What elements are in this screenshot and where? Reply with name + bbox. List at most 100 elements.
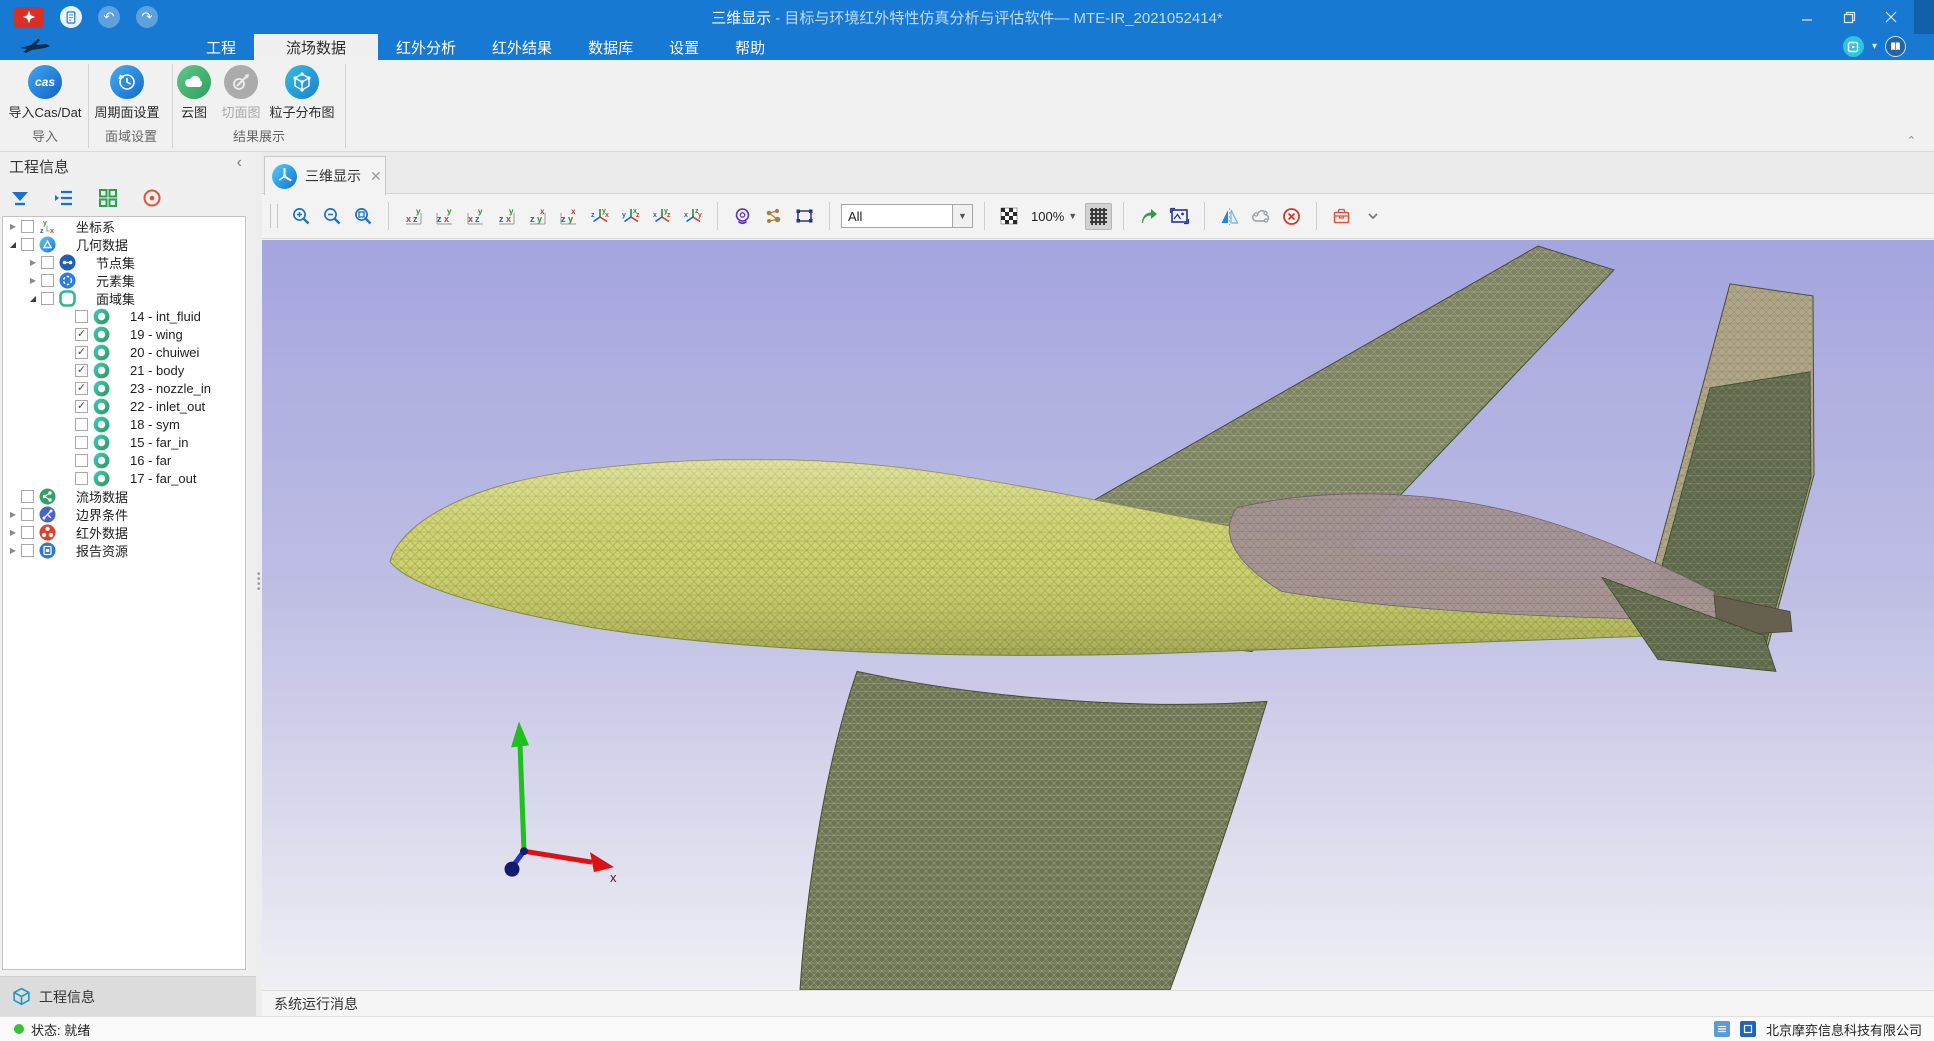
tree-item-coordinate-system[interactable]: ▶yzx坐标系 <box>3 217 245 235</box>
filter-button[interactable] <box>8 186 32 210</box>
visibility-checkbox[interactable] <box>41 292 54 305</box>
ribbon-contour-button[interactable]: 云图 <box>176 65 212 121</box>
visibility-checkbox[interactable] <box>75 418 88 431</box>
minimize-button[interactable] <box>1786 0 1828 34</box>
view-right-button[interactable]: y z x <box>493 203 520 230</box>
view-bottom-button[interactable]: x z y <box>555 203 582 230</box>
display-filter-select[interactable]: All▼ <box>841 204 973 228</box>
visibility-checkbox[interactable] <box>41 256 54 269</box>
tree-item-geometry-data[interactable]: ◢几何数据 <box>3 235 245 253</box>
tree-item-14-int-fluid[interactable]: 14 - int_fluid <box>3 307 245 325</box>
ribbon-import-cas-dat-button[interactable]: cas导入Cas/Dat <box>2 65 88 121</box>
node-display-button[interactable] <box>760 203 787 230</box>
menu-item-ir-results[interactable]: 红外结果 <box>474 34 570 60</box>
expander-expanded-icon[interactable]: ◢ <box>7 240 19 249</box>
tree-item-flow-data[interactable]: 流场数据 <box>3 487 245 505</box>
visibility-checkbox[interactable] <box>21 490 34 503</box>
expander-collapsed-icon[interactable]: ▶ <box>7 510 19 519</box>
tree-item-boundary-condition[interactable]: ▶边界条件 <box>3 505 245 523</box>
zoom-out-button[interactable] <box>319 203 346 230</box>
redo-button[interactable]: ↷ <box>136 6 158 28</box>
perspective-camera-button[interactable] <box>729 203 756 230</box>
visibility-checkbox[interactable] <box>75 436 88 449</box>
sidebar-collapse-button[interactable]: ‹ <box>237 154 242 172</box>
visibility-checkbox[interactable] <box>75 472 88 485</box>
visibility-checkbox[interactable]: ✓ <box>75 328 88 341</box>
visibility-checkbox[interactable] <box>21 238 34 251</box>
expander-collapsed-icon[interactable]: ▶ <box>7 222 19 231</box>
visibility-checkbox[interactable]: ✓ <box>75 382 88 395</box>
tray-icon-2[interactable] <box>1740 1021 1756 1037</box>
tree-item-16-far[interactable]: 16 - far <box>3 451 245 469</box>
expander-collapsed-icon[interactable]: ▶ <box>27 276 39 285</box>
expander-expanded-icon[interactable]: ◢ <box>27 294 39 303</box>
clear-display-button[interactable] <box>1278 203 1305 230</box>
ribbon-particle-distribution-button[interactable]: 粒子分布图 <box>264 65 340 121</box>
tree-item-report-resource[interactable]: ▶报告资源 <box>3 541 245 559</box>
sidebar-footer-tab[interactable]: 工程信息 <box>0 976 256 1016</box>
tree-item-20-chuiwei[interactable]: ✓20 - chuiwei <box>3 343 245 361</box>
tree-item-18-sym[interactable]: 18 - sym <box>3 415 245 433</box>
expander-collapsed-icon[interactable]: ▶ <box>27 258 39 267</box>
view-back-button[interactable]: y z x <box>431 203 458 230</box>
view-iso-4-button[interactable]: z y x <box>679 203 706 230</box>
save-display-button[interactable] <box>1328 203 1355 230</box>
expander-collapsed-icon[interactable]: ▶ <box>7 528 19 537</box>
3d-viewport[interactable]: x <box>262 240 1934 990</box>
collapse-tree-button[interactable] <box>52 186 76 210</box>
tree-item-23-nozzle-in[interactable]: ✓23 - nozzle_in <box>3 379 245 397</box>
visibility-checkbox[interactable]: ✓ <box>75 346 88 359</box>
tray-icon-1[interactable] <box>1714 1021 1730 1037</box>
close-button[interactable] <box>1870 0 1912 34</box>
view-iso-1-button[interactable]: y x z <box>586 203 613 230</box>
panel-layout-button[interactable] <box>1843 36 1864 57</box>
visibility-checkbox[interactable]: ✓ <box>75 400 88 413</box>
mirror-display-button[interactable] <box>1216 203 1243 230</box>
ribbon-collapse-chevron-icon[interactable]: ⌃ <box>1907 134 1916 147</box>
menu-item-settings[interactable]: 设置 <box>651 34 717 60</box>
menu-item-ir-analysis[interactable]: 红外分析 <box>378 34 474 60</box>
visibility-checkbox[interactable] <box>75 310 88 323</box>
locate-button[interactable] <box>140 186 164 210</box>
tree-item-19-wing[interactable]: ✓19 - wing <box>3 325 245 343</box>
manual-button[interactable] <box>1885 36 1906 57</box>
toolbar-drag-handle[interactable] <box>270 204 278 228</box>
visibility-checkbox[interactable] <box>75 454 88 467</box>
tree-item-face-set[interactable]: ◢面域集 <box>3 289 245 307</box>
view-front-button[interactable]: y x z <box>400 203 427 230</box>
chevron-down-icon[interactable]: ▾ <box>1872 41 1877 52</box>
zoom-level-select[interactable]: 100%▼ <box>1027 209 1081 224</box>
snapshot-button[interactable] <box>1166 203 1193 230</box>
menu-item-flow-data[interactable]: 流场数据 <box>254 34 378 60</box>
box-select-button[interactable] <box>791 203 818 230</box>
zoom-in-button[interactable] <box>288 203 315 230</box>
save-display-dropdown[interactable] <box>1359 203 1386 230</box>
visibility-checkbox[interactable]: ✓ <box>75 364 88 377</box>
tree-item-15-far-in[interactable]: 15 - far_in <box>3 433 245 451</box>
view-iso-2-button[interactable]: x z y <box>617 203 644 230</box>
tree-item-infrared-data[interactable]: ▶红外数据 <box>3 523 245 541</box>
visibility-checkbox[interactable] <box>21 220 34 233</box>
menu-item-database[interactable]: 数据库 <box>570 34 651 60</box>
tab-close-icon[interactable]: ✕ <box>370 168 382 185</box>
transparency-button[interactable] <box>996 203 1023 230</box>
visibility-checkbox[interactable] <box>21 508 34 521</box>
undo-button[interactable]: ↶ <box>98 6 120 28</box>
view-left-button[interactable]: y x z <box>462 203 489 230</box>
export-view-button[interactable] <box>1135 203 1162 230</box>
expander-collapsed-icon[interactable]: ▶ <box>7 546 19 555</box>
app-menu-button[interactable] <box>14 7 44 28</box>
visibility-checkbox[interactable] <box>41 274 54 287</box>
zoom-window-button[interactable] <box>350 203 377 230</box>
visibility-checkbox[interactable] <box>21 544 34 557</box>
tree-item-22-inlet-out[interactable]: ✓22 - inlet_out <box>3 397 245 415</box>
menu-item-help[interactable]: 帮助 <box>717 34 783 60</box>
grid-view-button[interactable] <box>96 186 120 210</box>
tab-3d-display[interactable]: 三维显示 ✕ <box>264 156 386 195</box>
tree-item-element-set[interactable]: ▶元素集 <box>3 271 245 289</box>
menu-item-project[interactable]: 工程 <box>188 34 254 60</box>
tree-item-21-body[interactable]: ✓21 - body <box>3 361 245 379</box>
restore-button[interactable] <box>1828 0 1870 34</box>
smooth-display-button[interactable] <box>1247 203 1274 230</box>
new-document-button[interactable] <box>60 6 82 28</box>
